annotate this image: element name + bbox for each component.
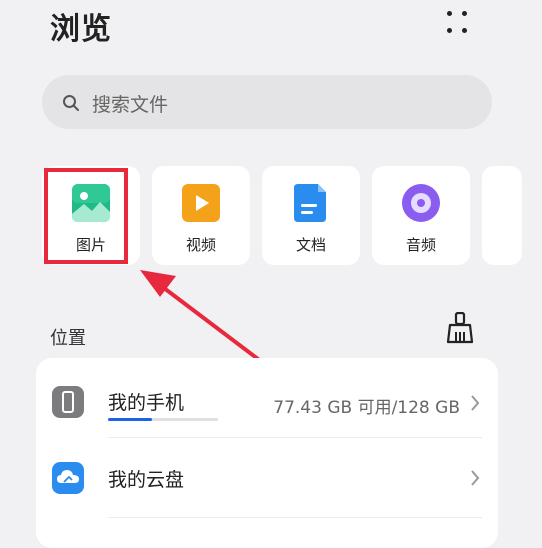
more-options-button[interactable] bbox=[444, 8, 472, 36]
category-documents[interactable]: 文档 bbox=[262, 166, 360, 265]
cloud-icon bbox=[52, 462, 84, 494]
category-label: 音频 bbox=[405, 236, 436, 254]
location-name: 我的手机 bbox=[108, 392, 185, 414]
clean-button[interactable] bbox=[446, 311, 474, 344]
storage-info: 77.43 GB 可用/128 GB bbox=[273, 398, 460, 418]
video-icon bbox=[182, 184, 220, 222]
category-more-partial[interactable] bbox=[482, 166, 522, 265]
storage-progress-fill bbox=[108, 418, 152, 421]
audio-icon bbox=[402, 184, 440, 222]
phone-icon bbox=[52, 386, 84, 418]
category-label: 视频 bbox=[185, 236, 216, 254]
locations-card: 我的手机 77.43 GB 可用/128 GB 我的云盘 bbox=[36, 358, 498, 548]
location-row-cloud[interactable]: 我的云盘 bbox=[36, 438, 498, 518]
search-placeholder: 搜索文件 bbox=[92, 94, 169, 116]
search-icon bbox=[62, 94, 80, 116]
category-label: 文档 bbox=[295, 236, 326, 254]
location-name: 我的云盘 bbox=[108, 469, 185, 491]
category-videos[interactable]: 视频 bbox=[152, 166, 250, 265]
search-bar[interactable]: 搜索文件 bbox=[42, 75, 492, 129]
location-row-phone[interactable]: 我的手机 77.43 GB 可用/128 GB bbox=[36, 358, 498, 438]
document-icon bbox=[292, 184, 330, 222]
broom-icon bbox=[446, 311, 474, 348]
locations-title: 位置 bbox=[50, 328, 86, 349]
divider bbox=[108, 517, 482, 518]
chevron-right-icon bbox=[470, 394, 480, 416]
chevron-right-icon bbox=[470, 469, 480, 491]
category-audio[interactable]: 音频 bbox=[372, 166, 470, 265]
storage-progress bbox=[108, 418, 218, 421]
highlight-box bbox=[44, 168, 128, 264]
page-title: 浏览 bbox=[50, 12, 112, 47]
